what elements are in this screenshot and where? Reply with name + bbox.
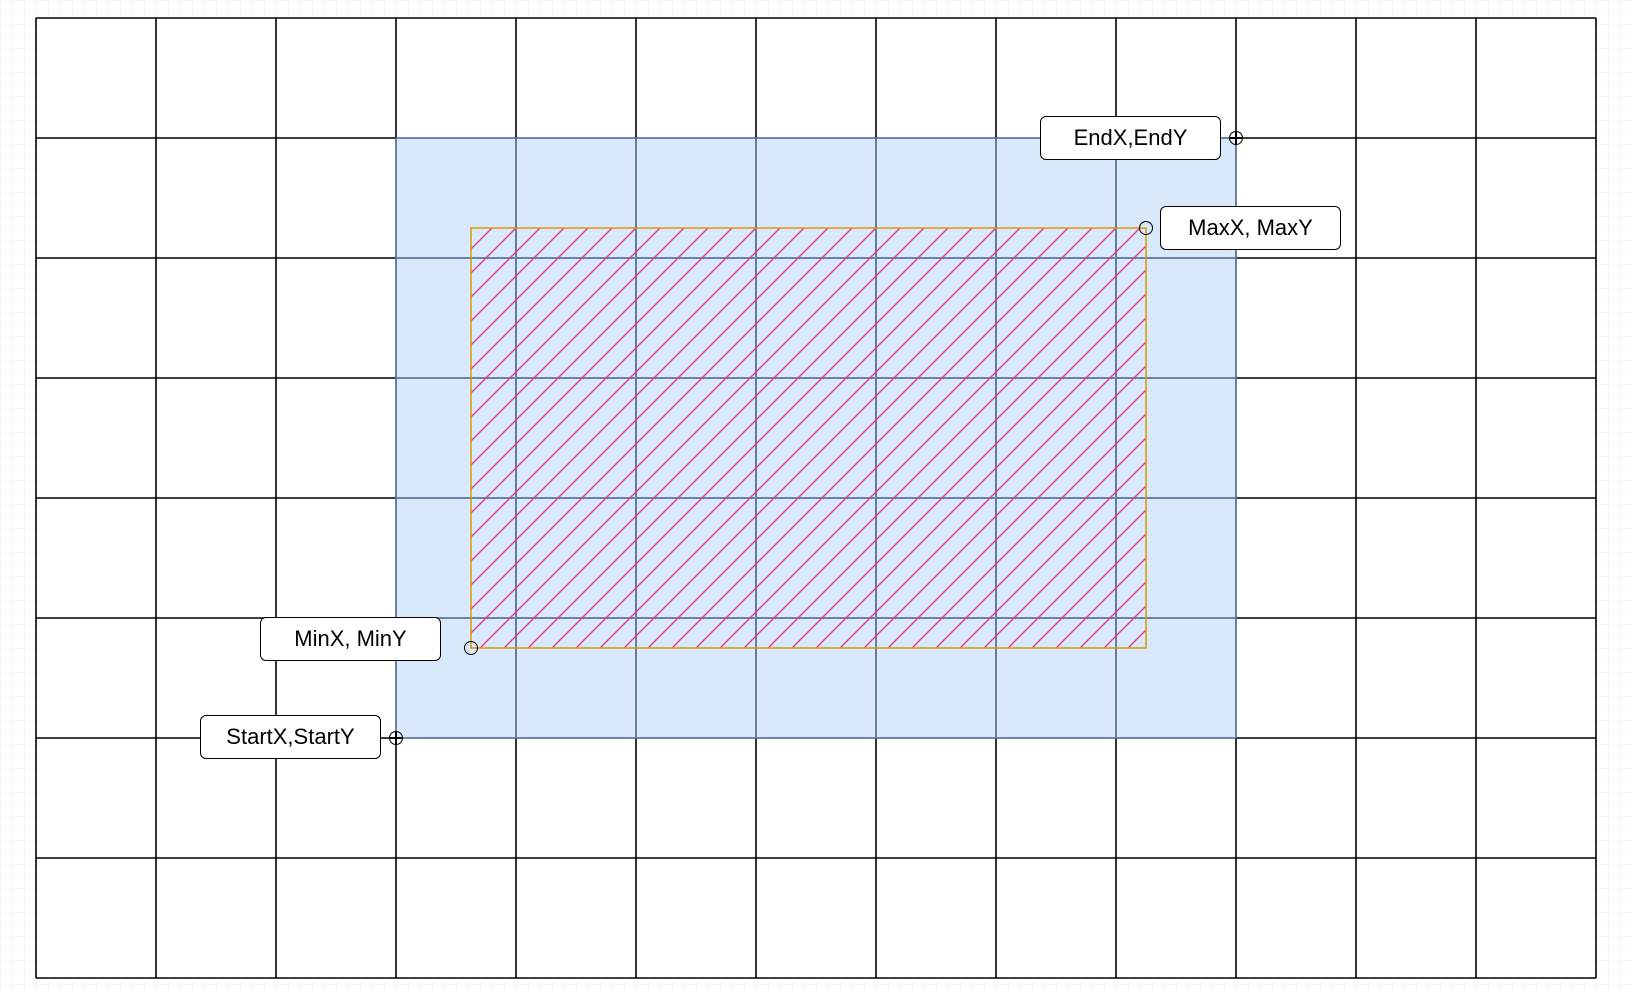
max-handle-circle-icon[interactable]: [1139, 221, 1153, 235]
start-point-label: StartX,StartY: [200, 715, 381, 759]
end-handle-crosshair-icon[interactable]: [1229, 131, 1243, 145]
start-handle-crosshair-icon[interactable]: [389, 731, 403, 745]
min-handle-circle-icon[interactable]: [464, 641, 478, 655]
hatched-bounds-region: [470, 227, 1147, 649]
min-point-label: MinX, MinY: [260, 617, 441, 661]
max-point-label: MaxX, MaxY: [1160, 206, 1341, 250]
end-point-label: EndX,EndY: [1040, 116, 1221, 160]
diagram-canvas: [0, 0, 1632, 992]
